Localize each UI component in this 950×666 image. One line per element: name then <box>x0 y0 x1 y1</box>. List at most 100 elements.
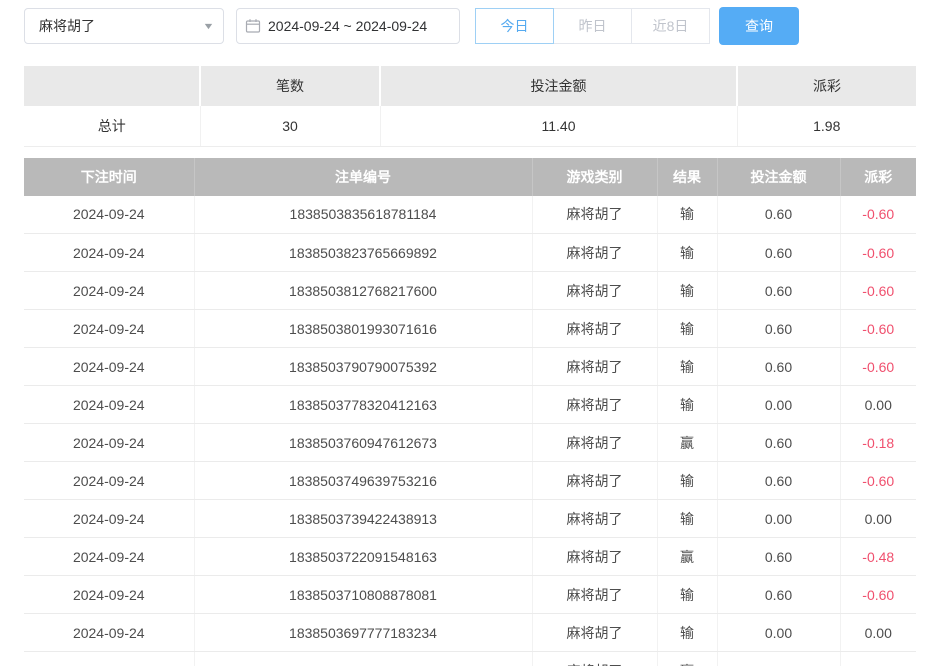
cell-order-id: 1838503760947612673 <box>194 424 532 462</box>
game-select[interactable]: 麻将胡了 ▼ <box>24 8 224 44</box>
cell-bet-amount: 0.60 <box>717 576 840 614</box>
game-select-value: 麻将胡了 <box>39 16 95 36</box>
cell-bet-amount: 0.60 <box>717 310 840 348</box>
cell-result: 赢 <box>657 652 717 666</box>
cell-game-type: 麻将胡了 <box>532 196 657 234</box>
toolbar: 麻将胡了 ▼ 2024-09-24 ~ 2024-09-24 今日 昨日 近8日… <box>24 7 926 45</box>
date-range-input[interactable]: 2024-09-24 ~ 2024-09-24 <box>236 8 460 44</box>
cell-bet-time: 2024-09-24 <box>24 614 194 652</box>
cell-payout: -0.60 <box>840 348 916 386</box>
header-result: 结果 <box>657 158 717 196</box>
table-row: 2024-09-24 麻将胡了赢 <box>24 652 916 666</box>
header-order-id: 注单编号 <box>194 158 532 196</box>
calendar-icon <box>245 18 261 34</box>
summary-header-count: 笔数 <box>200 66 380 106</box>
summary-header-empty <box>24 66 200 106</box>
summary-total-bet-amount: 11.40 <box>380 106 737 146</box>
cell-order-id: 1838503749639753216 <box>194 462 532 500</box>
cell-bet-amount: 0.60 <box>717 462 840 500</box>
cell-payout: -0.60 <box>840 234 916 272</box>
table-row: 2024-09-241838503778320412163麻将胡了输0.000.… <box>24 386 916 424</box>
cell-order-id: 1838503823765669892 <box>194 234 532 272</box>
table-row: 2024-09-241838503697777183234麻将胡了输0.000.… <box>24 614 916 652</box>
cell-result: 输 <box>657 196 717 234</box>
cell-result: 输 <box>657 500 717 538</box>
cell-bet-amount: 0.60 <box>717 234 840 272</box>
cell-order-id: 1838503697777183234 <box>194 614 532 652</box>
cell-bet-amount: 0.00 <box>717 614 840 652</box>
cell-bet-time: 2024-09-24 <box>24 234 194 272</box>
summary-header-payout: 派彩 <box>737 66 916 106</box>
cell-order-id: 1838503739422438913 <box>194 500 532 538</box>
cell-result: 输 <box>657 576 717 614</box>
cell-result: 输 <box>657 348 717 386</box>
cell-order-id: 1838503778320412163 <box>194 386 532 424</box>
cell-payout: -0.60 <box>840 576 916 614</box>
cell-result: 赢 <box>657 538 717 576</box>
cell-payout: -0.60 <box>840 462 916 500</box>
cell-order-id: 1838503722091548163 <box>194 538 532 576</box>
cell-result: 输 <box>657 614 717 652</box>
cell-game-type: 麻将胡了 <box>532 500 657 538</box>
bet-table-header-row: 下注时间 注单编号 游戏类别 结果 投注金额 派彩 <box>24 158 916 196</box>
cell-game-type: 麻将胡了 <box>532 234 657 272</box>
cell-payout: 0.00 <box>840 500 916 538</box>
cell-game-type: 麻将胡了 <box>532 614 657 652</box>
cell-bet-time: 2024-09-24 <box>24 272 194 310</box>
cell-bet-time: 2024-09-24 <box>24 576 194 614</box>
cell-order-id: 1838503812768217600 <box>194 272 532 310</box>
header-game-type: 游戏类别 <box>532 158 657 196</box>
cell-payout: -0.60 <box>840 310 916 348</box>
cell-payout: 0.00 <box>840 386 916 424</box>
date-range-value: 2024-09-24 ~ 2024-09-24 <box>268 18 427 34</box>
cell-bet-amount <box>717 652 840 666</box>
cell-bet-time: 2024-09-24 <box>24 538 194 576</box>
cell-order-id: 1838503710808878081 <box>194 576 532 614</box>
cell-payout <box>840 652 916 666</box>
cell-result: 赢 <box>657 424 717 462</box>
cell-game-type: 麻将胡了 <box>532 652 657 666</box>
cell-result: 输 <box>657 234 717 272</box>
cell-bet-amount: 0.60 <box>717 272 840 310</box>
chevron-down-icon: ▼ <box>202 21 214 31</box>
cell-game-type: 麻将胡了 <box>532 272 657 310</box>
cell-game-type: 麻将胡了 <box>532 310 657 348</box>
cell-payout: -0.48 <box>840 538 916 576</box>
cell-result: 输 <box>657 462 717 500</box>
cell-bet-time: 2024-09-24 <box>24 424 194 462</box>
cell-bet-time: 2024-09-24 <box>24 348 194 386</box>
quick-range-button[interactable]: 昨日 <box>553 8 632 44</box>
cell-payout: -0.18 <box>840 424 916 462</box>
summary-header-bet-amount: 投注金额 <box>380 66 737 106</box>
cell-bet-amount: 0.00 <box>717 500 840 538</box>
header-bet-time: 下注时间 <box>24 158 194 196</box>
table-row: 2024-09-241838503710808878081麻将胡了输0.60-0… <box>24 576 916 614</box>
summary-total-label: 总计 <box>24 106 200 146</box>
quick-range-button[interactable]: 近8日 <box>631 8 710 44</box>
cell-result: 输 <box>657 310 717 348</box>
cell-payout: 0.00 <box>840 614 916 652</box>
table-row: 2024-09-241838503812768217600麻将胡了输0.60-0… <box>24 272 916 310</box>
cell-game-type: 麻将胡了 <box>532 386 657 424</box>
table-row: 2024-09-241838503823765669892麻将胡了输0.60-0… <box>24 234 916 272</box>
cell-order-id <box>194 652 532 666</box>
quick-range-button[interactable]: 今日 <box>475 8 554 44</box>
cell-bet-time: 2024-09-24 <box>24 652 194 666</box>
summary-header-row: 笔数 投注金额 派彩 <box>24 66 916 106</box>
cell-game-type: 麻将胡了 <box>532 424 657 462</box>
cell-bet-amount: 0.60 <box>717 538 840 576</box>
table-row: 2024-09-241838503739422438913麻将胡了输0.000.… <box>24 500 916 538</box>
cell-bet-time: 2024-09-24 <box>24 310 194 348</box>
cell-game-type: 麻将胡了 <box>532 576 657 614</box>
cell-bet-time: 2024-09-24 <box>24 386 194 424</box>
table-row: 2024-09-241838503790790075392麻将胡了输0.60-0… <box>24 348 916 386</box>
table-row: 2024-09-241838503722091548163麻将胡了赢0.60-0… <box>24 538 916 576</box>
query-button[interactable]: 查询 <box>719 7 799 45</box>
cell-order-id: 1838503790790075392 <box>194 348 532 386</box>
quick-range-group: 今日 昨日 近8日 <box>475 8 710 44</box>
cell-result: 输 <box>657 386 717 424</box>
cell-game-type: 麻将胡了 <box>532 538 657 576</box>
page: 麻将胡了 ▼ 2024-09-24 ~ 2024-09-24 今日 昨日 近8日… <box>0 0 950 666</box>
summary-total-payout: 1.98 <box>737 106 916 146</box>
cell-bet-time: 2024-09-24 <box>24 196 194 234</box>
